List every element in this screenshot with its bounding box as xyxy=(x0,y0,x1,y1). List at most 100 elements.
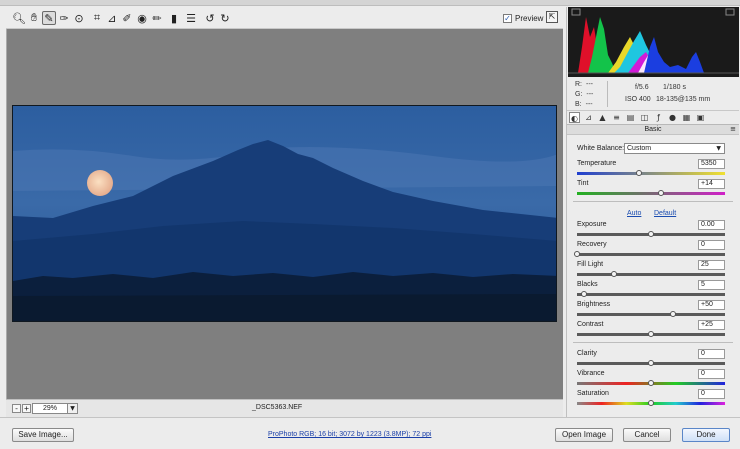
fill-light-label: Fill Light xyxy=(577,261,604,268)
workflow-options-link[interactable]: ProPhoto RGB; 16 bit; 3072 by 1223 (3.8M… xyxy=(268,431,431,438)
photo-preview[interactable] xyxy=(12,105,557,322)
clarity-slider-handle[interactable] xyxy=(648,360,654,366)
zoom-select[interactable]: 29% ▼ xyxy=(32,403,78,414)
b-readout: B: --- xyxy=(575,101,593,108)
tab-snapshots-icon[interactable]: ▣ xyxy=(695,112,706,123)
histogram xyxy=(568,7,739,77)
rotate-ccw-tool-icon[interactable]: ↺ xyxy=(203,11,217,25)
histogram-graph xyxy=(568,7,739,77)
recovery-value-input[interactable]: 0 xyxy=(698,240,725,250)
preferences-tool-icon[interactable]: ☰ xyxy=(184,11,198,25)
blacks-value-input[interactable]: 5 xyxy=(698,280,725,290)
recovery-slider-track[interactable] xyxy=(577,253,725,256)
fill-light-value-input[interactable]: 25 xyxy=(698,260,725,270)
preview-toggle[interactable]: ✓ Preview xyxy=(503,12,543,24)
brightness-slider-handle[interactable] xyxy=(670,311,677,317)
moon xyxy=(87,170,113,196)
status-bar: - + 29% ▼ _DSC5363.NEF xyxy=(6,399,563,417)
targeted-adjustment-tool-icon[interactable]: ⊙ xyxy=(72,11,86,25)
bottom-bar: Save Image... ProPhoto RGB; 16 bit; 3072… xyxy=(0,417,740,449)
tint-value-input[interactable]: +14 xyxy=(698,179,725,189)
done-button[interactable]: Done xyxy=(682,428,730,442)
tab-presets-icon[interactable]: ▦ xyxy=(681,112,692,123)
filename: _DSC5363.NEF xyxy=(252,404,303,411)
chevron-down-icon[interactable]: ▼ xyxy=(68,403,78,414)
divider xyxy=(573,201,733,202)
contrast-value-input[interactable]: +25 xyxy=(698,320,725,330)
exposure-slider-handle[interactable] xyxy=(648,231,654,237)
camera-info: R: --- G: --- B: --- f/5.6 1/180 s ISO 400 … xyxy=(567,77,739,111)
vibrance-label: Vibrance xyxy=(577,370,605,377)
image-canvas[interactable] xyxy=(6,29,563,399)
brightness-value-input[interactable]: +50 xyxy=(698,300,725,310)
shutter-speed: 1/180 s xyxy=(663,84,686,91)
hand-tool-icon[interactable]: ✋︎ xyxy=(27,11,41,25)
tab-lens-corrections-icon[interactable]: ◫ xyxy=(639,112,650,123)
spot-removal-tool-icon[interactable]: ✐ xyxy=(120,11,134,25)
straighten-tool-icon[interactable]: ⊿ xyxy=(105,11,119,25)
fill-light-slider-handle[interactable] xyxy=(611,271,617,277)
white-balance-select[interactable]: Custom ▼ xyxy=(624,143,725,154)
auto-link[interactable]: Auto xyxy=(627,210,641,217)
white-balance-tool-icon[interactable]: ✎ xyxy=(42,11,56,25)
panel-tabs: ◐ ⊿ ▲ ≡ ▤ ◫ ƒ ● ▦ ▣ xyxy=(567,111,739,125)
saturation-slider-handle[interactable] xyxy=(648,400,654,406)
tint-slider-handle[interactable] xyxy=(658,190,665,196)
brightness-label: Brightness xyxy=(577,301,611,308)
window-frame-top xyxy=(0,0,740,6)
tab-camera-calibration-icon[interactable]: ● xyxy=(667,112,678,123)
white-balance-label: White Balance: xyxy=(577,145,625,152)
section-header: Basic ≡ xyxy=(567,125,739,135)
zoom-tool-icon[interactable]: 🔍︎ xyxy=(12,11,26,25)
adjustment-brush-tool-icon[interactable]: ✏ xyxy=(150,11,164,25)
crop-tool-icon[interactable]: ⌗ xyxy=(90,11,104,25)
temperature-slider-handle[interactable] xyxy=(636,170,643,176)
color-sampler-tool-icon[interactable]: ✑ xyxy=(57,11,71,25)
clarity-label: Clarity xyxy=(577,350,597,357)
zoom-in-button[interactable]: + xyxy=(22,404,31,413)
tab-detail-icon[interactable]: ▲ xyxy=(597,112,608,123)
tab-tone-curve-icon[interactable]: ⊿ xyxy=(583,112,594,123)
blacks-slider-handle[interactable] xyxy=(581,291,588,297)
recovery-label: Recovery xyxy=(577,241,607,248)
zoom-out-button[interactable]: - xyxy=(12,404,21,413)
blacks-slider-track[interactable] xyxy=(577,293,725,296)
tint-label: Tint xyxy=(577,180,589,187)
clarity-value-input[interactable]: 0 xyxy=(698,349,725,359)
saturation-value-input[interactable]: 0 xyxy=(698,389,725,399)
tab-effects-icon[interactable]: ƒ xyxy=(653,112,664,123)
chevron-down-icon: ▼ xyxy=(716,145,721,152)
fullscreen-icon[interactable]: ⇱ xyxy=(546,11,558,23)
blacks-label: Blacks xyxy=(577,281,598,288)
temperature-slider-track[interactable] xyxy=(577,172,725,175)
tab-basic-icon[interactable]: ◐ xyxy=(569,112,580,123)
rotate-cw-tool-icon[interactable]: ↻ xyxy=(218,11,232,25)
temperature-label: Temperature xyxy=(577,160,617,167)
fill-light-slider-track[interactable] xyxy=(577,273,725,276)
contrast-slider-handle[interactable] xyxy=(648,331,654,337)
panel-menu-icon[interactable]: ≡ xyxy=(730,125,736,134)
preview-checkbox[interactable]: ✓ xyxy=(503,13,512,23)
g-readout: G: --- xyxy=(575,91,594,98)
section-title: Basic xyxy=(644,126,662,133)
cancel-button[interactable]: Cancel xyxy=(623,428,671,442)
open-image-button[interactable]: Open Image xyxy=(555,428,613,442)
vibrance-slider-handle[interactable] xyxy=(648,380,654,386)
tint-slider-track[interactable] xyxy=(577,192,725,195)
adjustments-panel: R: --- G: --- B: --- f/5.6 1/180 s ISO 400 … xyxy=(566,7,740,417)
save-image-button[interactable]: Save Image... xyxy=(12,428,74,442)
graduated-filter-tool-icon[interactable]: ▮ xyxy=(167,11,181,25)
red-eye-tool-icon[interactable]: ◉ xyxy=(135,11,149,25)
vibrance-value-input[interactable]: 0 xyxy=(698,369,725,379)
default-link[interactable]: Default xyxy=(654,210,676,217)
temperature-value-input[interactable]: 5350 xyxy=(698,159,725,169)
zoom-value[interactable]: 29% xyxy=(32,403,68,414)
recovery-slider-handle[interactable] xyxy=(574,251,580,257)
exposure-value-input[interactable]: 0.00 xyxy=(698,220,725,230)
tab-split-toning-icon[interactable]: ▤ xyxy=(625,112,636,123)
toolbar: 🔍︎ ✋︎ ✎ ✑ ⊙ ⌗ ⊿ ✐ ◉ ✏ ▮ ☰ ↺ ↻ ✓ Preview ⇱ xyxy=(6,7,563,29)
tab-hsl-icon[interactable]: ≡ xyxy=(611,112,622,123)
brightness-slider-track[interactable] xyxy=(577,313,725,316)
info-divider xyxy=(607,81,608,107)
lens: 18-135@135 mm xyxy=(656,96,711,103)
